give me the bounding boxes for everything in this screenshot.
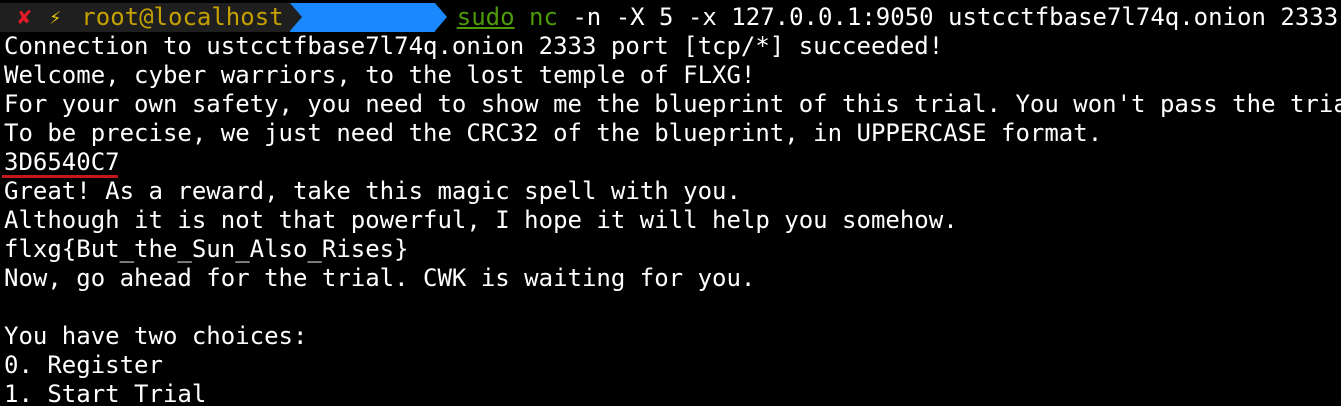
menu-option-register: 0. Register — [4, 351, 163, 379]
output-line-safety: For your own safety, you need to show me… — [4, 90, 1341, 118]
output-line-although: Although it is not that powerful, I hope… — [4, 206, 958, 234]
close-icon: ✘ — [18, 5, 32, 30]
command-nc: nc — [529, 3, 558, 31]
command-args: -n -X 5 -x 127.0.0.1:9050 ustcctfbase7l7… — [572, 3, 1341, 31]
command-sudo: sudo — [456, 3, 515, 31]
output-line-flag: flxg{But_the_Sun_Also_Rises} — [4, 235, 409, 263]
output-line-precise: To be precise, we just need the CRC32 of… — [4, 119, 1103, 147]
output-line-go-ahead: Now, go ahead for the trial. CWK is wait… — [4, 264, 756, 292]
prompt-directory: ~ — [289, 3, 447, 89]
output-line-welcome: Welcome, cyber warriors, to the lost tem… — [4, 61, 756, 89]
terminal-window[interactable]: ✘ ⚡ root@localhost ~ sudo nc -n -X 5 -x … — [0, 0, 1341, 406]
output-line-reward: Great! As a reward, take this magic spel… — [4, 177, 741, 205]
menu-option-start-trial: 1. Start Trial — [4, 380, 207, 406]
segment-separator-right — [434, 3, 447, 31]
prompt-user-host: root@localhost — [65, 3, 290, 32]
output-line-crc-input: 3D6540C7 — [4, 148, 120, 176]
command-line[interactable]: sudo nc -n -X 5 -x 127.0.0.1:9050 ustcct… — [435, 3, 1341, 32]
shell-prompt: ✘ ⚡ root@localhost ~ sudo nc -n -X 5 -x … — [0, 3, 1341, 89]
lightning-icon: ⚡ — [49, 5, 62, 29]
output-line-connection: Connection to ustcctfbase7l74q.onion 233… — [4, 32, 944, 60]
segment-separator-left — [289, 3, 302, 31]
prompt-status-segment: ✘ ⚡ — [0, 3, 66, 32]
output-line-choices: You have two choices: — [4, 322, 308, 350]
